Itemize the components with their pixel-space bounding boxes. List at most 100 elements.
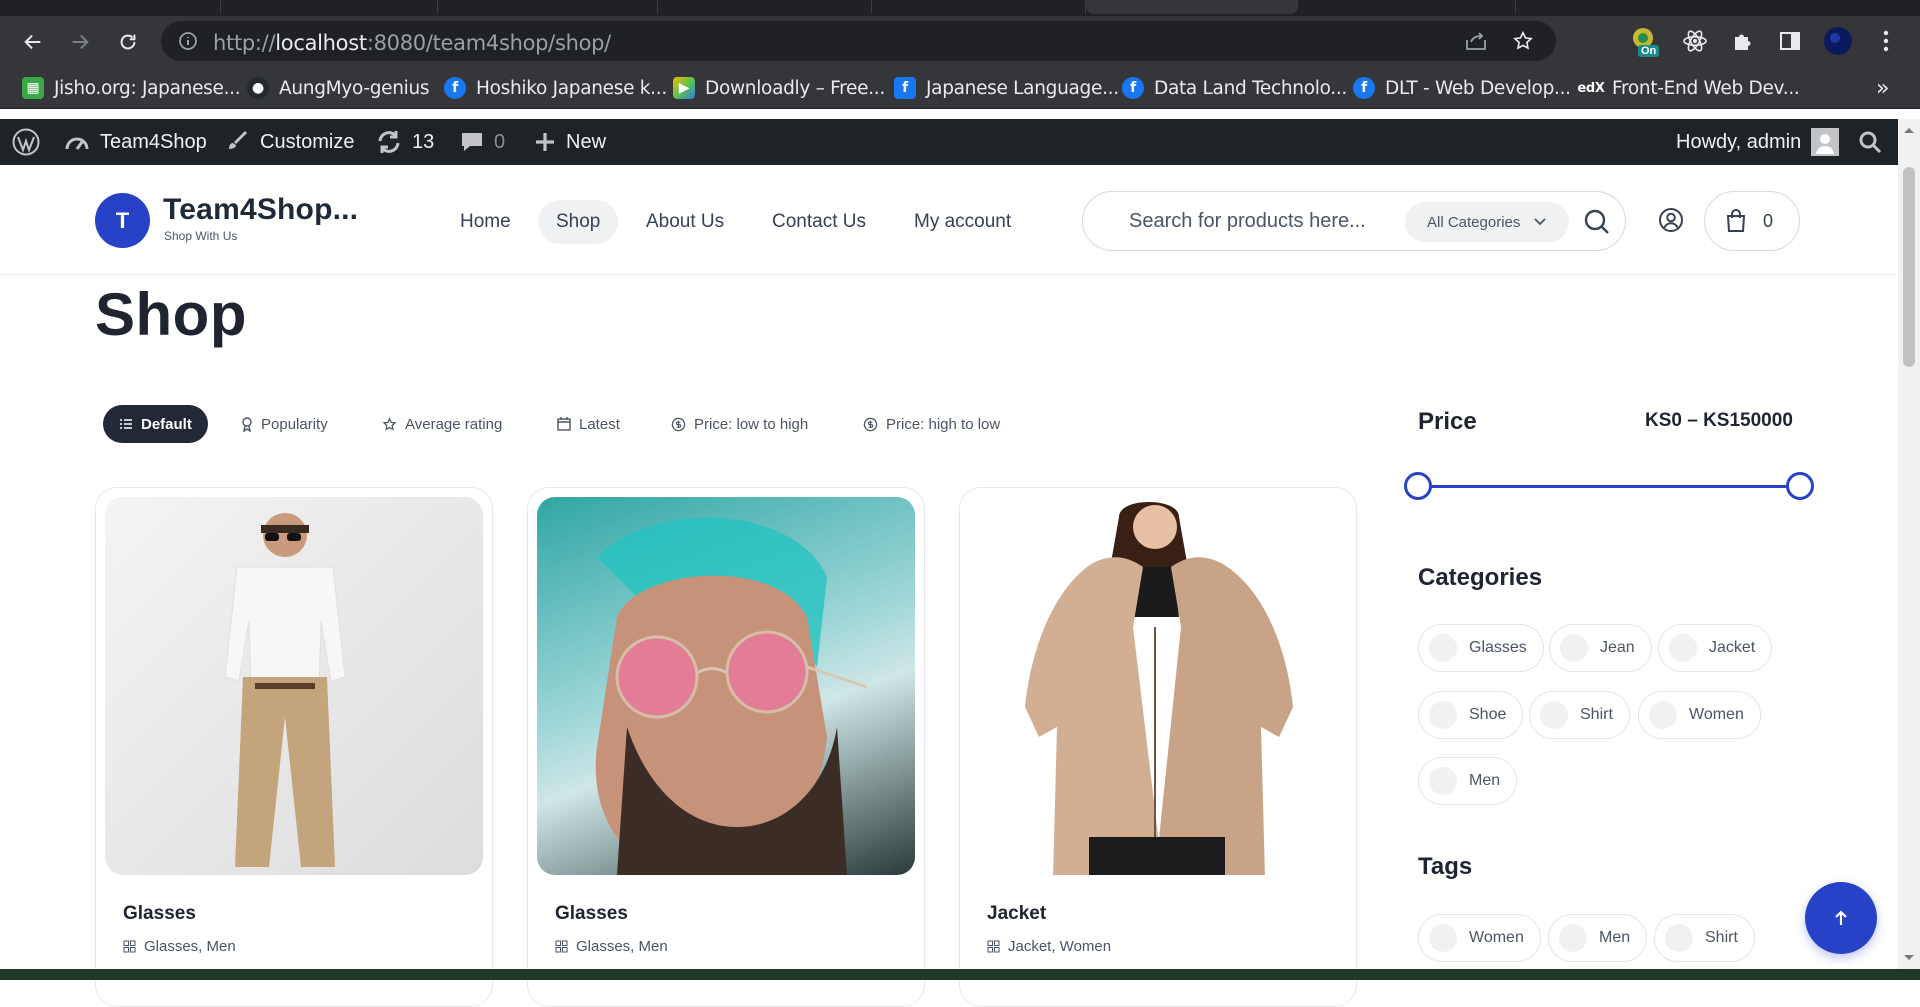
product-title[interactable]: Glasses <box>555 903 628 925</box>
nav-contact-us[interactable]: Contact Us <box>754 200 884 244</box>
nav-about-us[interactable]: About Us <box>628 200 742 244</box>
nav-home[interactable]: Home <box>442 200 529 244</box>
product-image[interactable] <box>969 497 1347 875</box>
browser-tab[interactable] <box>438 0 658 14</box>
category-select[interactable]: All Categories <box>1405 202 1569 242</box>
browser-tab-active[interactable] <box>1086 0 1298 14</box>
browser-tab[interactable] <box>872 0 1086 14</box>
category-chip-women[interactable]: Women <box>1638 691 1761 739</box>
site-info-icon[interactable] <box>178 31 198 51</box>
admin-account[interactable]: Howdy, admin <box>1676 119 1840 165</box>
chevron-down-icon <box>1534 218 1547 226</box>
bookmark-item[interactable]: ▶ Downloadly – Free... <box>673 67 885 109</box>
bookmark-item[interactable]: f Japanese Language... <box>894 67 1119 109</box>
bookmark-item[interactable]: ● AungMyo-genius <box>247 67 430 109</box>
product-image[interactable] <box>537 497 915 875</box>
side-panel-icon[interactable] <box>1775 26 1805 56</box>
facebook-icon: f <box>444 77 466 99</box>
site-title[interactable]: Team4Shop... <box>163 193 358 227</box>
price-slider-min-handle[interactable] <box>1404 472 1432 500</box>
more-bookmarks-button[interactable]: » <box>1876 67 1889 109</box>
admin-search-icon[interactable] <box>1858 119 1882 165</box>
category-chip-glasses[interactable]: Glasses <box>1418 624 1544 672</box>
sort-price-high-low[interactable]: Price: high to low <box>847 405 1016 443</box>
downloadly-icon: ▶ <box>673 77 695 99</box>
arrow-up-icon <box>1835 910 1847 925</box>
category-chip-jacket[interactable]: Jacket <box>1658 624 1773 672</box>
sort-average-rating[interactable]: Average rating <box>366 405 518 443</box>
forward-icon[interactable] <box>63 25 97 59</box>
browser-toolbar: http://localhost:8080/team4shop/shop/ On <box>0 16 1920 67</box>
user-account-icon[interactable] <box>1658 207 1684 238</box>
bookmark-star-icon[interactable] <box>1512 30 1534 57</box>
search-input[interactable]: Search for products here... <box>1129 210 1366 233</box>
site-logo[interactable]: T <box>95 193 150 248</box>
shopping-bag-icon <box>1726 209 1746 232</box>
extensions-puzzle-icon[interactable] <box>1728 26 1758 56</box>
category-chip-men[interactable]: Men <box>1418 757 1518 805</box>
price-heading: Price <box>1418 408 1477 435</box>
tag-chip-women[interactable]: Women <box>1418 914 1541 962</box>
extension-on-icon[interactable]: On <box>1630 26 1660 57</box>
browser-tab[interactable] <box>1298 0 1516 14</box>
bookmark-item[interactable]: f DLT - Web Develop... <box>1353 67 1571 109</box>
category-chip-shirt[interactable]: Shirt <box>1529 691 1630 739</box>
product-card[interactable]: Glasses Glasses, Men <box>527 487 925 1007</box>
site-tagline: Shop With Us <box>164 229 238 243</box>
sort-popularity[interactable]: Popularity <box>225 405 344 443</box>
share-icon[interactable] <box>1464 30 1488 57</box>
scrollbar-thumb[interactable] <box>1903 167 1915 367</box>
price-range-value: KS0 – KS150000 <box>1645 410 1793 431</box>
category-chip-jean[interactable]: Jean <box>1549 624 1652 672</box>
sort-latest[interactable]: Latest <box>541 405 636 443</box>
reload-icon[interactable] <box>111 25 145 59</box>
product-card[interactable]: Glasses Glasses, Men <box>95 487 493 1007</box>
profile-avatar-icon[interactable] <box>1823 26 1853 56</box>
nav-shop[interactable]: Shop <box>538 200 619 244</box>
cart-button[interactable]: 0 <box>1704 191 1800 251</box>
back-icon[interactable] <box>16 25 50 59</box>
browser-menu-icon[interactable] <box>1871 26 1901 56</box>
bookmark-item[interactable]: f Data Land Technolo... <box>1122 67 1347 109</box>
url-text[interactable]: http://localhost:8080/team4shop/shop/ <box>213 31 611 55</box>
bookmark-item[interactable]: ▦ Jisho.org: Japanese... <box>22 67 241 109</box>
price-slider-max-handle[interactable] <box>1786 472 1814 500</box>
wordpress-logo-icon[interactable] <box>12 119 40 165</box>
tag-chip-men[interactable]: Men <box>1548 914 1648 962</box>
calendar-icon <box>557 417 571 431</box>
comments-icon <box>462 133 482 151</box>
admin-updates[interactable]: 13 <box>376 119 434 165</box>
browser-tab[interactable] <box>0 0 438 14</box>
product-card[interactable]: Jacket Jacket, Women <box>959 487 1357 1007</box>
grid-icon <box>123 940 136 953</box>
scroll-to-top-button[interactable] <box>1805 882 1877 954</box>
sort-default[interactable]: Default <box>103 405 208 443</box>
scroll-up-arrow-icon[interactable] <box>1898 123 1920 137</box>
nav-my-account[interactable]: My account <box>896 200 1029 244</box>
grid-icon <box>555 940 568 953</box>
grid-icon <box>987 940 1000 953</box>
search-icon[interactable] <box>1583 208 1611 241</box>
address-bar[interactable]: http://localhost:8080/team4shop/shop/ <box>161 21 1556 61</box>
browser-tab[interactable] <box>658 0 872 14</box>
cart-count: 0 <box>1763 210 1774 231</box>
product-image[interactable] <box>105 497 483 875</box>
scroll-down-arrow-icon[interactable] <box>1898 951 1920 965</box>
page-scrollbar[interactable] <box>1898 119 1920 969</box>
star-icon <box>382 416 397 430</box>
admin-new[interactable]: New <box>534 119 606 165</box>
bookmark-item[interactable]: edX Front-End Web Dev... <box>1577 67 1799 109</box>
admin-customize[interactable]: Customize <box>226 119 354 165</box>
admin-site-name[interactable]: Team4Shop <box>64 119 207 165</box>
sort-price-low-high[interactable]: Price: low to high <box>655 405 824 443</box>
product-search: Search for products here... All Categori… <box>1082 191 1626 251</box>
price-slider-track[interactable] <box>1418 485 1800 488</box>
admin-comments[interactable]: 0 <box>460 119 505 165</box>
bookmark-item[interactable]: f Hoshiko Japanese k... <box>444 67 667 109</box>
react-devtools-icon[interactable] <box>1680 26 1710 56</box>
tag-chip-shirt[interactable]: Shirt <box>1654 914 1755 962</box>
product-title[interactable]: Glasses <box>123 903 196 925</box>
product-categories: Jacket, Women <box>987 938 1111 955</box>
category-chip-shoe[interactable]: Shoe <box>1418 691 1524 739</box>
product-title[interactable]: Jacket <box>987 903 1046 925</box>
